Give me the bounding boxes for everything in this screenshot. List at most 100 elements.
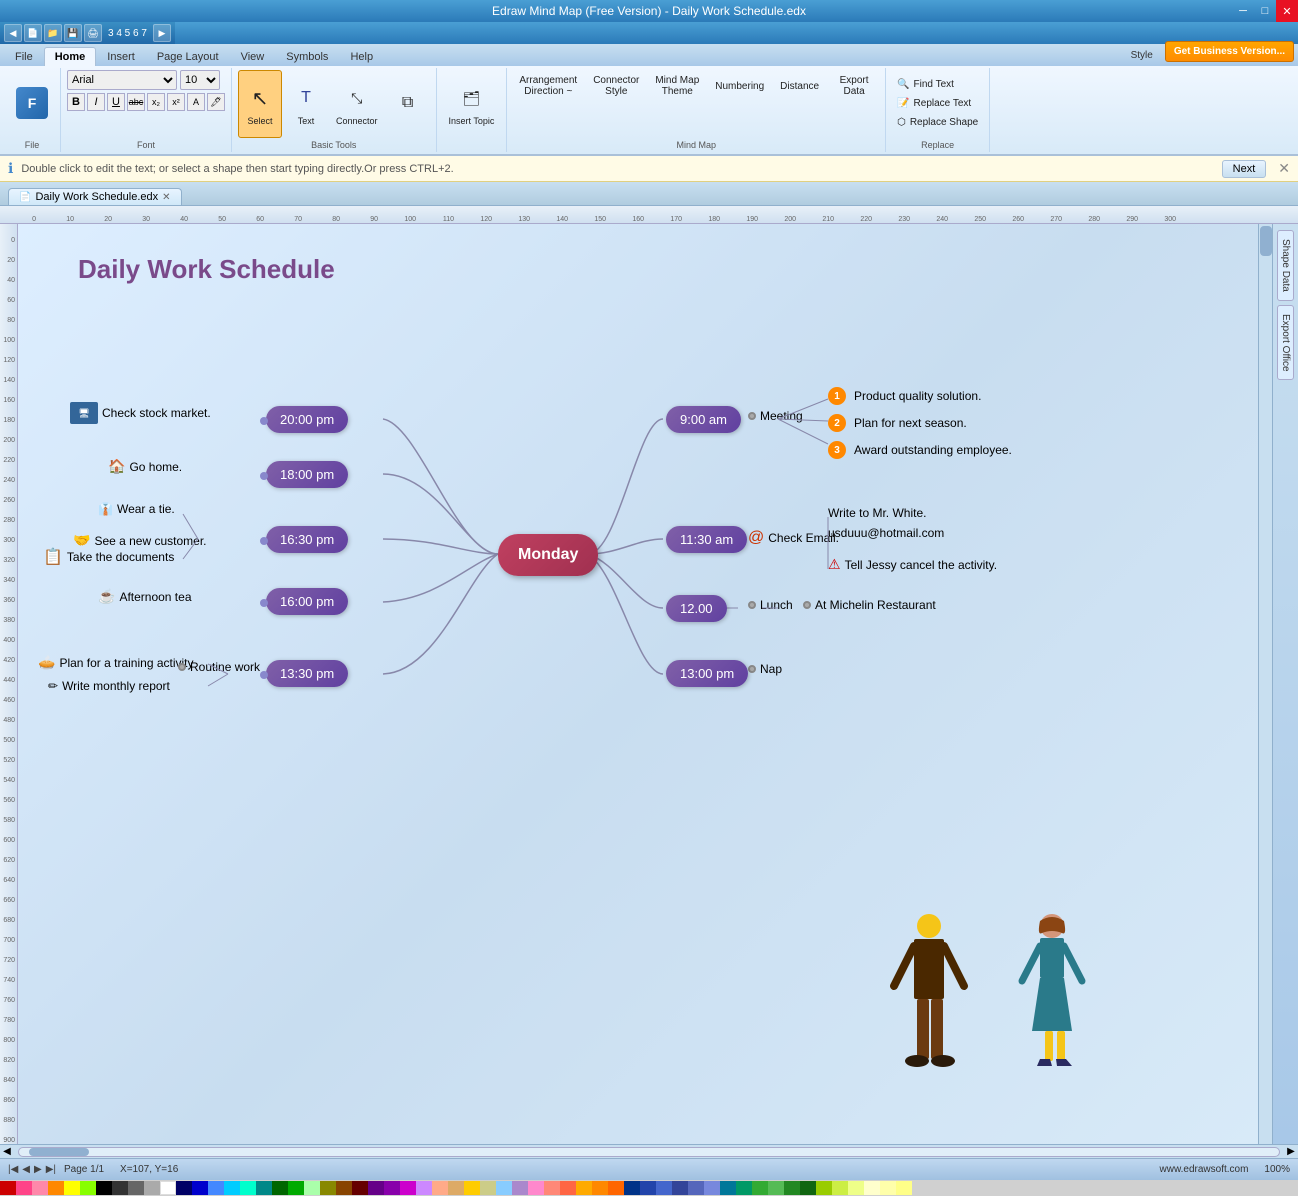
replace-shape-button[interactable]: ⬡ Replace Shape bbox=[892, 114, 983, 131]
color-green[interactable] bbox=[272, 1181, 288, 1195]
topic-award[interactable]: 3 Award outstanding employee. bbox=[828, 441, 1012, 459]
topic-michelin[interactable]: At Michelin Restaurant bbox=[803, 598, 936, 612]
color-salmon[interactable] bbox=[544, 1181, 560, 1195]
topic-email[interactable]: @ Check Email. bbox=[748, 529, 839, 547]
color-maroon[interactable] bbox=[352, 1181, 368, 1195]
color-red2[interactable] bbox=[16, 1181, 32, 1195]
canvas[interactable]: Daily Work Schedule Monday 20:00 pm 18:0… bbox=[18, 224, 1272, 1144]
color-purple[interactable] bbox=[368, 1181, 384, 1195]
topic-stock[interactable]: 🖥 Check stock market. bbox=[70, 402, 211, 424]
qa-back[interactable]: ◀ bbox=[4, 24, 22, 42]
color-peach[interactable] bbox=[432, 1181, 448, 1195]
color-dblue3[interactable] bbox=[656, 1181, 672, 1195]
topic-training[interactable]: 🥧 Plan for a training activity bbox=[38, 654, 194, 671]
superscript-button[interactable]: x² bbox=[167, 93, 185, 111]
tab-help[interactable]: Help bbox=[339, 47, 384, 66]
color-teal3[interactable] bbox=[736, 1181, 752, 1195]
color-lyellow[interactable] bbox=[896, 1181, 912, 1195]
color-dblue[interactable] bbox=[624, 1181, 640, 1195]
time-node-9[interactable]: 9:00 am bbox=[666, 406, 741, 433]
tab-view[interactable]: View bbox=[230, 47, 276, 66]
maximize-button[interactable]: □ bbox=[1254, 0, 1276, 22]
text-button[interactable]: T Text bbox=[284, 70, 328, 138]
time-node-12[interactable]: 12.00 bbox=[666, 595, 727, 622]
color-lpurple[interactable] bbox=[416, 1181, 432, 1195]
color-mint[interactable] bbox=[304, 1181, 320, 1195]
color-yellow[interactable] bbox=[64, 1181, 80, 1195]
nav-prev[interactable]: ◀ bbox=[22, 1164, 30, 1175]
qa-save[interactable]: 💾 bbox=[64, 24, 82, 42]
topic-home[interactable]: 🏠 Go home. bbox=[108, 458, 182, 475]
qa-open[interactable]: 📁 bbox=[44, 24, 62, 42]
color-amber[interactable] bbox=[576, 1181, 592, 1195]
connector-button[interactable]: ⤡ Connector bbox=[330, 70, 384, 138]
time-node-1130[interactable]: 11:30 am bbox=[666, 526, 747, 553]
topic-tie[interactable]: 👔 Wear a tie. bbox=[98, 502, 175, 516]
time-node-13[interactable]: 13:00 pm bbox=[666, 660, 748, 687]
bold-button[interactable]: B bbox=[67, 93, 85, 111]
doc-tab-close[interactable]: ✕ bbox=[162, 192, 170, 203]
color-indigo[interactable] bbox=[672, 1181, 688, 1195]
file-button[interactable]: F bbox=[10, 70, 54, 138]
color-grass[interactable] bbox=[752, 1181, 768, 1195]
qa-forward[interactable]: ▶ bbox=[153, 24, 171, 42]
center-node[interactable]: Monday bbox=[498, 534, 598, 576]
color-lav[interactable] bbox=[512, 1181, 528, 1195]
color-indigo2[interactable] bbox=[688, 1181, 704, 1195]
color-yelgrn2[interactable] bbox=[848, 1181, 864, 1195]
export-data-button[interactable]: ExportData bbox=[829, 70, 879, 102]
topic-report[interactable]: ✏ Write monthly report bbox=[48, 679, 170, 693]
color-red[interactable] bbox=[0, 1181, 16, 1195]
color-white[interactable] bbox=[160, 1181, 176, 1195]
color-gold[interactable] bbox=[464, 1181, 480, 1195]
color-dgreen2[interactable] bbox=[800, 1181, 816, 1195]
nav-last[interactable]: ▶| bbox=[46, 1164, 56, 1175]
get-business-button[interactable]: Get Business Version... bbox=[1165, 41, 1294, 62]
subscript-button[interactable]: x₂ bbox=[147, 93, 165, 111]
topic-tea[interactable]: ☕ Afternoon tea bbox=[98, 588, 192, 605]
color-blue[interactable] bbox=[192, 1181, 208, 1195]
tab-home[interactable]: Home bbox=[44, 47, 97, 66]
time-node-1630[interactable]: 16:30 pm bbox=[266, 526, 348, 553]
distance-button[interactable]: Distance bbox=[774, 70, 825, 102]
color-grass2[interactable] bbox=[768, 1181, 784, 1195]
font-color-button[interactable]: A bbox=[187, 93, 205, 111]
color-orange[interactable] bbox=[48, 1181, 64, 1195]
nav-first[interactable]: |◀ bbox=[8, 1164, 18, 1175]
find-text-button[interactable]: 🔍 Find Text bbox=[892, 76, 983, 93]
topic-season[interactable]: 2 Plan for next season. bbox=[828, 414, 967, 432]
color-amber3[interactable] bbox=[608, 1181, 624, 1195]
color-yelgrn[interactable] bbox=[832, 1181, 848, 1195]
minimize-button[interactable]: ─ bbox=[1232, 0, 1254, 22]
color-navy[interactable] bbox=[176, 1181, 192, 1195]
tab-symbols[interactable]: Symbols bbox=[275, 47, 339, 66]
topic-jessy[interactable]: ⚠ Tell Jessy cancel the activity. bbox=[828, 556, 997, 573]
close-info-button[interactable]: ✕ bbox=[1278, 160, 1290, 177]
color-lblue[interactable] bbox=[208, 1181, 224, 1195]
mind-map-theme-button[interactable]: Mind MapTheme bbox=[649, 70, 705, 102]
color-lime[interactable] bbox=[80, 1181, 96, 1195]
italic-button[interactable]: I bbox=[87, 93, 105, 111]
hscroll-left[interactable]: ◀ bbox=[0, 1146, 14, 1157]
color-pink[interactable] bbox=[32, 1181, 48, 1195]
color-teal2[interactable] bbox=[720, 1181, 736, 1195]
color-teal[interactable] bbox=[256, 1181, 272, 1195]
color-violet[interactable] bbox=[384, 1181, 400, 1195]
shape-data-panel[interactable]: Shape Data bbox=[1277, 230, 1294, 301]
font-name-select[interactable]: Arial bbox=[67, 70, 177, 90]
color-khaki[interactable] bbox=[480, 1181, 496, 1195]
more-tools-button[interactable]: ⧉ bbox=[386, 70, 430, 138]
color-amber2[interactable] bbox=[592, 1181, 608, 1195]
color-dgreen[interactable] bbox=[784, 1181, 800, 1195]
color-cream[interactable] bbox=[864, 1181, 880, 1195]
color-rose[interactable] bbox=[528, 1181, 544, 1195]
canvas-vscroll[interactable] bbox=[1258, 224, 1272, 1144]
color-black[interactable] bbox=[96, 1181, 112, 1195]
color-lgray[interactable] bbox=[144, 1181, 160, 1195]
color-sky[interactable] bbox=[496, 1181, 512, 1195]
highlight-button[interactable]: 🖊 bbox=[207, 93, 225, 111]
topic-lunch[interactable]: Lunch bbox=[748, 598, 793, 612]
qa-new[interactable]: 📄 bbox=[24, 24, 42, 42]
connector-style-button[interactable]: ConnectorStyle bbox=[587, 70, 645, 102]
hscroll-right[interactable]: ▶ bbox=[1284, 1146, 1298, 1157]
